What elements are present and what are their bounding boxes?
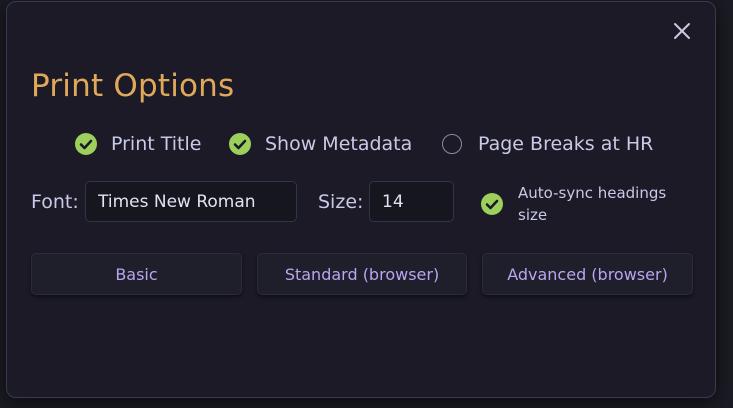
empty-circle-icon [442, 134, 462, 154]
auto-sync-option[interactable]: Auto-sync headings size [481, 182, 688, 226]
show-metadata-option[interactable]: Show Metadata [229, 129, 412, 159]
check-circle-icon [75, 133, 97, 155]
check-circle-icon [229, 133, 251, 155]
standard-browser-button[interactable]: Standard (browser) [257, 253, 467, 295]
auto-sync-label: Auto-sync headings size [518, 184, 667, 224]
page-breaks-option[interactable]: Page Breaks at HR [442, 129, 653, 159]
basic-button[interactable]: Basic [31, 253, 242, 295]
close-button[interactable] [671, 20, 693, 42]
show-metadata-label: Show Metadata [265, 133, 413, 155]
size-label: Size: [318, 191, 364, 213]
close-icon [674, 23, 690, 39]
advanced-browser-button[interactable]: Advanced (browser) [482, 253, 693, 295]
print-title-option[interactable]: Print Title [75, 129, 201, 159]
print-options-dialog: Print Options Print Title Show Metadata … [6, 1, 716, 398]
dialog-title: Print Options [31, 68, 235, 104]
print-title-label: Print Title [111, 133, 202, 155]
check-circle-icon [481, 193, 503, 215]
size-input[interactable] [369, 181, 454, 222]
page-breaks-label: Page Breaks at HR [478, 133, 654, 155]
font-input[interactable] [85, 181, 297, 222]
font-label: Font: [31, 191, 79, 213]
